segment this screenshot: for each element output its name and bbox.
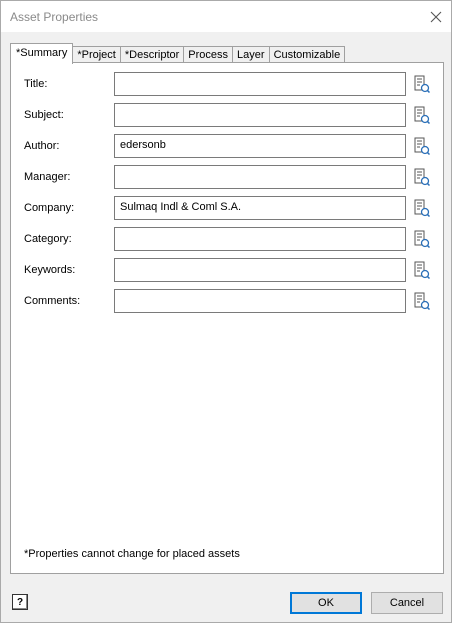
tab-strip: *Summary *Project *Descriptor Process La…	[10, 43, 346, 64]
category-input[interactable]	[114, 227, 406, 251]
field-row-comments: Comments:	[11, 289, 443, 313]
field-row-keywords: Keywords:	[11, 258, 443, 282]
property-lookup-icon[interactable]	[414, 168, 430, 186]
close-icon	[430, 11, 442, 22]
title-label: Title:	[24, 78, 48, 90]
property-lookup-icon[interactable]	[414, 137, 430, 155]
subject-label: Subject:	[24, 109, 64, 121]
company-label: Company:	[24, 202, 75, 214]
category-label: Category:	[24, 233, 72, 245]
field-row-subject: Subject:	[11, 103, 443, 127]
field-row-author: Author: edersonb	[11, 134, 443, 158]
window-title: Asset Properties	[10, 10, 99, 24]
field-row-manager: Manager:	[11, 165, 443, 189]
close-button[interactable]	[421, 1, 451, 32]
property-lookup-icon[interactable]	[414, 106, 430, 124]
company-input[interactable]: Sulmaq Indl & Coml S.A.	[114, 196, 406, 220]
property-lookup-icon[interactable]	[414, 261, 430, 279]
title-bar: Asset Properties	[1, 1, 451, 32]
keywords-input[interactable]	[114, 258, 406, 282]
summary-panel: Title: Subject: Author: edersonb Manager…	[10, 62, 444, 574]
comments-label: Comments:	[24, 295, 81, 307]
title-input[interactable]	[114, 72, 406, 96]
property-lookup-icon[interactable]	[414, 230, 430, 248]
manager-label: Manager:	[24, 171, 71, 183]
keywords-label: Keywords:	[24, 264, 76, 276]
field-row-company: Company: Sulmaq Indl & Coml S.A.	[11, 196, 443, 220]
help-button[interactable]: ?	[12, 594, 28, 610]
subject-input[interactable]	[114, 103, 406, 127]
property-lookup-icon[interactable]	[414, 199, 430, 217]
comments-input[interactable]	[114, 289, 406, 313]
author-input[interactable]: edersonb	[114, 134, 406, 158]
cancel-button[interactable]: Cancel	[371, 592, 443, 614]
property-lookup-icon[interactable]	[414, 75, 430, 93]
field-row-title: Title:	[11, 72, 443, 96]
placed-assets-note: *Properties cannot change for placed ass…	[24, 548, 240, 560]
tab-summary[interactable]: *Summary	[10, 43, 74, 64]
field-row-category: Category:	[11, 227, 443, 251]
asset-properties-dialog: Asset Properties *Summary *Project *Desc…	[0, 0, 452, 623]
help-icon: ?	[16, 596, 24, 608]
ok-button[interactable]: OK	[290, 592, 362, 614]
property-lookup-icon[interactable]	[414, 292, 430, 310]
manager-input[interactable]	[114, 165, 406, 189]
author-label: Author:	[24, 140, 60, 152]
